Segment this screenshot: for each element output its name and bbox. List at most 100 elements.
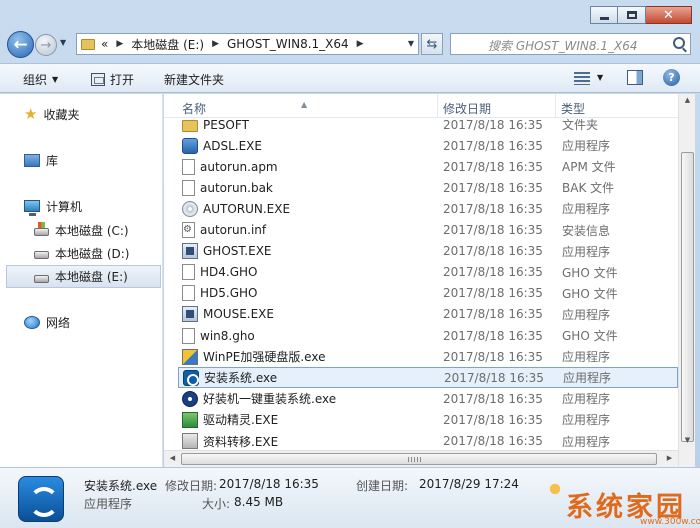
- file-modified-date: 2017/8/18 16:35: [444, 370, 544, 385]
- horizontal-scrollbar[interactable]: ◀ ▶: [164, 450, 678, 467]
- details-created-label: 创建日期:: [356, 479, 409, 493]
- sidebar-item-network[interactable]: 网络: [24, 312, 70, 332]
- breadcrumb-separator-icon[interactable]: ▶: [357, 39, 364, 49]
- new-folder-button[interactable]: 新建文件夹: [164, 71, 224, 88]
- scroll-down-icon[interactable]: ▼: [679, 436, 696, 444]
- document-icon: [182, 179, 195, 196]
- sidebar-item-label: 库: [46, 153, 59, 168]
- file-row[interactable]: WinPE加强硬盘版.exe 2017/8/18 16:35 应用程序: [178, 346, 678, 367]
- details-file-type: 应用程序: [84, 497, 133, 511]
- file-type: APM 文件: [562, 160, 616, 175]
- back-button[interactable]: ←: [7, 31, 34, 58]
- details-file-name: 安装系统.exe: [84, 479, 158, 493]
- forward-arrow-icon: →: [40, 37, 52, 53]
- search-icon[interactable]: [673, 37, 685, 49]
- sidebar-item-drive-d[interactable]: 本地磁盘 (D:): [34, 243, 129, 263]
- file-modified-date: 2017/8/18 16:35: [443, 286, 543, 301]
- scroll-right-icon[interactable]: ▶: [661, 454, 678, 462]
- winpe-icon: [182, 348, 198, 365]
- file-row[interactable]: GHOST.EXE 2017/8/18 16:35 应用程序: [178, 241, 678, 262]
- scroll-grip-icon: [408, 457, 422, 462]
- file-row[interactable]: HD4.GHO 2017/8/18 16:35 GHO 文件: [178, 262, 678, 283]
- vertical-scroll-thumb[interactable]: [681, 152, 694, 442]
- back-arrow-icon: ←: [13, 34, 28, 55]
- open-button[interactable]: 打开: [91, 71, 134, 88]
- organize-label: 组织: [23, 73, 48, 87]
- breadcrumb-overflow[interactable]: «: [101, 37, 108, 51]
- sidebar-item-drive-c[interactable]: 本地磁盘 (C:): [34, 220, 129, 240]
- file-row[interactable]: ADSL.EXE 2017/8/18 16:35 应用程序: [178, 135, 678, 156]
- sidebar-item-label: 本地磁盘 (E:): [55, 270, 128, 284]
- explorer-window: ✕ ← → ▼ « ▶ 本地磁盘 (E:) ▶ GHOST_WIN8.1_X64…: [0, 0, 700, 528]
- scroll-up-icon[interactable]: ▲: [679, 96, 696, 104]
- view-dropdown-icon[interactable]: ▼: [597, 73, 603, 82]
- file-type: 应用程序: [562, 139, 611, 154]
- address-dropdown-icon[interactable]: ▼: [408, 39, 414, 48]
- search-placeholder: 搜索 GHOST_WIN8.1_X64: [488, 39, 638, 53]
- file-row[interactable]: 资料转移.EXE 2017/8/18 16:35 应用程序: [178, 431, 678, 452]
- scroll-left-icon[interactable]: ◀: [164, 454, 181, 462]
- file-type: 应用程序: [563, 371, 612, 386]
- refresh-button[interactable]: ⇆: [421, 33, 443, 55]
- details-size-label: 大小:: [202, 497, 231, 511]
- file-row[interactable]: autorun.bak 2017/8/18 16:35 BAK 文件: [178, 177, 678, 198]
- file-type: GHO 文件: [562, 286, 618, 301]
- breadcrumb-separator-icon[interactable]: ▶: [116, 39, 123, 49]
- file-row[interactable]: autorun.inf 2017/8/18 16:35 安装信息: [178, 220, 678, 241]
- file-row[interactable]: 安装系统.exe 2017/8/18 16:35 应用程序: [178, 367, 678, 389]
- caption-buttons: ✕: [590, 6, 692, 24]
- file-row[interactable]: win8.gho 2017/8/18 16:35 GHO 文件: [178, 325, 678, 346]
- file-modified-date: 2017/8/18 16:35: [443, 138, 543, 153]
- maximize-button[interactable]: [618, 6, 646, 24]
- preview-pane-icon[interactable]: [627, 70, 643, 85]
- install-icon: [183, 369, 199, 386]
- search-input[interactable]: 搜索 GHOST_WIN8.1_X64: [450, 33, 691, 55]
- breadcrumb-drive-e[interactable]: 本地磁盘 (E:): [131, 36, 204, 53]
- sidebar-item-computer[interactable]: 计算机: [24, 196, 82, 216]
- details-modified-value: 2017/8/18 16:35: [219, 477, 319, 491]
- minimize-icon: [599, 16, 609, 20]
- vertical-scrollbar[interactable]: ▲ ▼: [678, 94, 695, 467]
- file-name: HD5.GHO: [200, 286, 258, 301]
- recent-pages-dropdown[interactable]: ▼: [60, 38, 66, 47]
- sidebar-item-label: 本地磁盘 (C:): [55, 223, 129, 238]
- watermark-url: www.300w.com: [640, 517, 700, 527]
- file-type: 应用程序: [562, 413, 611, 428]
- file-row[interactable]: 好装机一键重装系统.exe 2017/8/18 16:35 应用程序: [178, 388, 678, 409]
- forward-button[interactable]: →: [35, 34, 57, 56]
- file-type: 应用程序: [562, 392, 611, 407]
- close-icon: ✕: [663, 7, 674, 23]
- file-modified-date: 2017/8/18 16:35: [443, 159, 543, 174]
- file-name: ADSL.EXE: [203, 138, 262, 153]
- file-row[interactable]: HD5.GHO 2017/8/18 16:35 GHO 文件: [178, 283, 678, 304]
- breadcrumb-separator-icon[interactable]: ▶: [212, 39, 219, 49]
- breadcrumb-current-folder[interactable]: GHOST_WIN8.1_X64: [227, 37, 349, 51]
- view-options-icon[interactable]: [574, 72, 590, 85]
- address-bar[interactable]: « ▶ 本地磁盘 (E:) ▶ GHOST_WIN8.1_X64 ▶ ▼: [76, 33, 419, 55]
- file-row[interactable]: MOUSE.EXE 2017/8/18 16:35 应用程序: [178, 304, 678, 325]
- refresh-icon: ⇆: [426, 36, 438, 52]
- sidebar-item-favorites[interactable]: ★ 收藏夹: [24, 104, 79, 124]
- cd-icon: [182, 200, 198, 217]
- horizontal-scroll-thumb[interactable]: [181, 453, 657, 465]
- file-row[interactable]: 驱动精灵.EXE 2017/8/18 16:35 应用程序: [178, 409, 678, 430]
- file-row[interactable]: AUTORUN.EXE 2017/8/18 16:35 应用程序: [178, 198, 678, 219]
- file-name: autorun.inf: [200, 223, 267, 237]
- install-app-icon: [18, 476, 64, 522]
- file-name: WinPE加强硬盘版.exe: [203, 350, 326, 365]
- organize-button[interactable]: 组织 ▼: [23, 71, 58, 88]
- file-name: GHOST.EXE: [203, 244, 272, 259]
- document-icon: [182, 327, 195, 344]
- sidebar-item-drive-e[interactable]: 本地磁盘 (E:): [6, 265, 161, 288]
- drive-icon: [34, 251, 49, 259]
- minimize-button[interactable]: [590, 6, 618, 24]
- file-list: ▲ 名称 修改日期 类型 PESOFT 2017/8/18 16:35 文件夹 ADS…: [164, 94, 678, 467]
- sidebar-item-library[interactable]: 库: [24, 150, 58, 170]
- file-modified-date: 2017/8/18 16:35: [443, 244, 543, 259]
- file-name: 资料转移.EXE: [203, 434, 279, 449]
- help-icon[interactable]: ?: [663, 69, 680, 86]
- file-row[interactable]: autorun.apm 2017/8/18 16:35 APM 文件: [178, 156, 678, 177]
- file-modified-date: 2017/8/18 16:35: [443, 434, 543, 448]
- file-row[interactable]: PESOFT 2017/8/18 16:35 文件夹: [178, 114, 678, 135]
- close-button[interactable]: ✕: [646, 6, 692, 24]
